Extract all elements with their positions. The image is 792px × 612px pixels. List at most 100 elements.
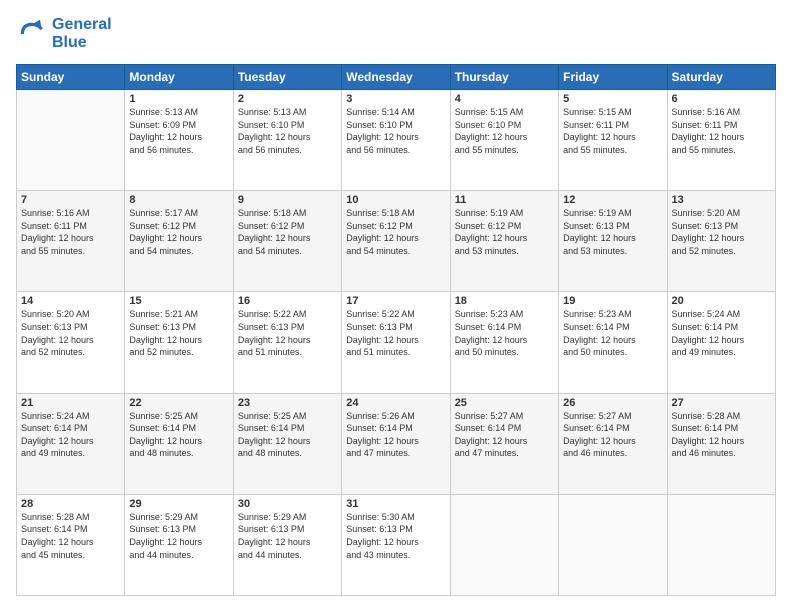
calendar-day-cell: 18Sunrise: 5:23 AM Sunset: 6:14 PM Dayli… <box>450 292 558 393</box>
day-info: Sunrise: 5:19 AM Sunset: 6:12 PM Dayligh… <box>455 207 554 257</box>
day-number: 1 <box>129 93 228 105</box>
day-info: Sunrise: 5:20 AM Sunset: 6:13 PM Dayligh… <box>21 308 120 358</box>
day-number: 23 <box>238 397 337 409</box>
day-number: 12 <box>563 194 662 206</box>
weekday-header-saturday: Saturday <box>667 65 775 90</box>
calendar-table: SundayMondayTuesdayWednesdayThursdayFrid… <box>16 64 776 596</box>
calendar-day-cell: 17Sunrise: 5:22 AM Sunset: 6:13 PM Dayli… <box>342 292 450 393</box>
day-number: 24 <box>346 397 445 409</box>
calendar-day-cell: 4Sunrise: 5:15 AM Sunset: 6:10 PM Daylig… <box>450 90 558 191</box>
calendar-day-cell: 27Sunrise: 5:28 AM Sunset: 6:14 PM Dayli… <box>667 393 775 494</box>
calendar-day-cell: 16Sunrise: 5:22 AM Sunset: 6:13 PM Dayli… <box>233 292 341 393</box>
day-number: 31 <box>346 498 445 510</box>
calendar-day-cell <box>17 90 125 191</box>
logo: General Blue <box>16 16 112 52</box>
day-number: 10 <box>346 194 445 206</box>
calendar-day-cell: 15Sunrise: 5:21 AM Sunset: 6:13 PM Dayli… <box>125 292 233 393</box>
day-info: Sunrise: 5:23 AM Sunset: 6:14 PM Dayligh… <box>563 308 662 358</box>
calendar-day-cell: 6Sunrise: 5:16 AM Sunset: 6:11 PM Daylig… <box>667 90 775 191</box>
calendar-week-row: 21Sunrise: 5:24 AM Sunset: 6:14 PM Dayli… <box>17 393 776 494</box>
calendar-day-cell <box>559 494 667 595</box>
day-info: Sunrise: 5:30 AM Sunset: 6:13 PM Dayligh… <box>346 511 445 561</box>
weekday-header-tuesday: Tuesday <box>233 65 341 90</box>
day-number: 5 <box>563 93 662 105</box>
calendar-day-cell: 19Sunrise: 5:23 AM Sunset: 6:14 PM Dayli… <box>559 292 667 393</box>
day-info: Sunrise: 5:25 AM Sunset: 6:14 PM Dayligh… <box>238 410 337 460</box>
header: General Blue <box>16 16 776 52</box>
weekday-header-row: SundayMondayTuesdayWednesdayThursdayFrid… <box>17 65 776 90</box>
day-info: Sunrise: 5:18 AM Sunset: 6:12 PM Dayligh… <box>346 207 445 257</box>
day-info: Sunrise: 5:24 AM Sunset: 6:14 PM Dayligh… <box>21 410 120 460</box>
day-info: Sunrise: 5:21 AM Sunset: 6:13 PM Dayligh… <box>129 308 228 358</box>
logo-icon <box>16 18 48 50</box>
calendar-day-cell: 9Sunrise: 5:18 AM Sunset: 6:12 PM Daylig… <box>233 191 341 292</box>
calendar-week-row: 28Sunrise: 5:28 AM Sunset: 6:14 PM Dayli… <box>17 494 776 595</box>
calendar-day-cell: 1Sunrise: 5:13 AM Sunset: 6:09 PM Daylig… <box>125 90 233 191</box>
day-number: 17 <box>346 295 445 307</box>
weekday-header-thursday: Thursday <box>450 65 558 90</box>
calendar-week-row: 1Sunrise: 5:13 AM Sunset: 6:09 PM Daylig… <box>17 90 776 191</box>
day-info: Sunrise: 5:22 AM Sunset: 6:13 PM Dayligh… <box>346 308 445 358</box>
calendar-day-cell <box>667 494 775 595</box>
calendar-day-cell: 29Sunrise: 5:29 AM Sunset: 6:13 PM Dayli… <box>125 494 233 595</box>
day-number: 20 <box>672 295 771 307</box>
day-info: Sunrise: 5:27 AM Sunset: 6:14 PM Dayligh… <box>563 410 662 460</box>
day-info: Sunrise: 5:29 AM Sunset: 6:13 PM Dayligh… <box>238 511 337 561</box>
calendar-day-cell: 12Sunrise: 5:19 AM Sunset: 6:13 PM Dayli… <box>559 191 667 292</box>
day-info: Sunrise: 5:16 AM Sunset: 6:11 PM Dayligh… <box>21 207 120 257</box>
calendar-day-cell: 14Sunrise: 5:20 AM Sunset: 6:13 PM Dayli… <box>17 292 125 393</box>
day-number: 8 <box>129 194 228 206</box>
calendar-day-cell: 11Sunrise: 5:19 AM Sunset: 6:12 PM Dayli… <box>450 191 558 292</box>
day-info: Sunrise: 5:20 AM Sunset: 6:13 PM Dayligh… <box>672 207 771 257</box>
calendar-week-row: 7Sunrise: 5:16 AM Sunset: 6:11 PM Daylig… <box>17 191 776 292</box>
day-number: 21 <box>21 397 120 409</box>
day-info: Sunrise: 5:29 AM Sunset: 6:13 PM Dayligh… <box>129 511 228 561</box>
main-container: General Blue SundayMondayTuesdayWednesda… <box>0 0 792 612</box>
calendar-day-cell: 13Sunrise: 5:20 AM Sunset: 6:13 PM Dayli… <box>667 191 775 292</box>
calendar-day-cell: 25Sunrise: 5:27 AM Sunset: 6:14 PM Dayli… <box>450 393 558 494</box>
calendar-day-cell: 21Sunrise: 5:24 AM Sunset: 6:14 PM Dayli… <box>17 393 125 494</box>
calendar-week-row: 14Sunrise: 5:20 AM Sunset: 6:13 PM Dayli… <box>17 292 776 393</box>
day-number: 30 <box>238 498 337 510</box>
day-number: 6 <box>672 93 771 105</box>
day-number: 29 <box>129 498 228 510</box>
calendar-day-cell <box>450 494 558 595</box>
day-number: 27 <box>672 397 771 409</box>
weekday-header-sunday: Sunday <box>17 65 125 90</box>
day-info: Sunrise: 5:17 AM Sunset: 6:12 PM Dayligh… <box>129 207 228 257</box>
calendar-day-cell: 24Sunrise: 5:26 AM Sunset: 6:14 PM Dayli… <box>342 393 450 494</box>
day-number: 7 <box>21 194 120 206</box>
day-info: Sunrise: 5:13 AM Sunset: 6:10 PM Dayligh… <box>238 106 337 156</box>
day-info: Sunrise: 5:24 AM Sunset: 6:14 PM Dayligh… <box>672 308 771 358</box>
calendar-day-cell: 30Sunrise: 5:29 AM Sunset: 6:13 PM Dayli… <box>233 494 341 595</box>
day-info: Sunrise: 5:16 AM Sunset: 6:11 PM Dayligh… <box>672 106 771 156</box>
day-number: 25 <box>455 397 554 409</box>
day-number: 28 <box>21 498 120 510</box>
day-info: Sunrise: 5:19 AM Sunset: 6:13 PM Dayligh… <box>563 207 662 257</box>
weekday-header-wednesday: Wednesday <box>342 65 450 90</box>
calendar-day-cell: 2Sunrise: 5:13 AM Sunset: 6:10 PM Daylig… <box>233 90 341 191</box>
day-number: 9 <box>238 194 337 206</box>
day-number: 16 <box>238 295 337 307</box>
day-info: Sunrise: 5:15 AM Sunset: 6:11 PM Dayligh… <box>563 106 662 156</box>
day-number: 15 <box>129 295 228 307</box>
calendar-day-cell: 26Sunrise: 5:27 AM Sunset: 6:14 PM Dayli… <box>559 393 667 494</box>
day-number: 18 <box>455 295 554 307</box>
calendar-day-cell: 23Sunrise: 5:25 AM Sunset: 6:14 PM Dayli… <box>233 393 341 494</box>
calendar-day-cell: 28Sunrise: 5:28 AM Sunset: 6:14 PM Dayli… <box>17 494 125 595</box>
day-info: Sunrise: 5:25 AM Sunset: 6:14 PM Dayligh… <box>129 410 228 460</box>
day-number: 13 <box>672 194 771 206</box>
weekday-header-friday: Friday <box>559 65 667 90</box>
calendar-day-cell: 20Sunrise: 5:24 AM Sunset: 6:14 PM Dayli… <box>667 292 775 393</box>
logo-text: General Blue <box>52 16 112 52</box>
day-number: 2 <box>238 93 337 105</box>
day-info: Sunrise: 5:28 AM Sunset: 6:14 PM Dayligh… <box>672 410 771 460</box>
day-info: Sunrise: 5:27 AM Sunset: 6:14 PM Dayligh… <box>455 410 554 460</box>
day-info: Sunrise: 5:23 AM Sunset: 6:14 PM Dayligh… <box>455 308 554 358</box>
day-info: Sunrise: 5:15 AM Sunset: 6:10 PM Dayligh… <box>455 106 554 156</box>
day-info: Sunrise: 5:13 AM Sunset: 6:09 PM Dayligh… <box>129 106 228 156</box>
day-number: 4 <box>455 93 554 105</box>
calendar-day-cell: 5Sunrise: 5:15 AM Sunset: 6:11 PM Daylig… <box>559 90 667 191</box>
calendar-day-cell: 8Sunrise: 5:17 AM Sunset: 6:12 PM Daylig… <box>125 191 233 292</box>
day-info: Sunrise: 5:22 AM Sunset: 6:13 PM Dayligh… <box>238 308 337 358</box>
